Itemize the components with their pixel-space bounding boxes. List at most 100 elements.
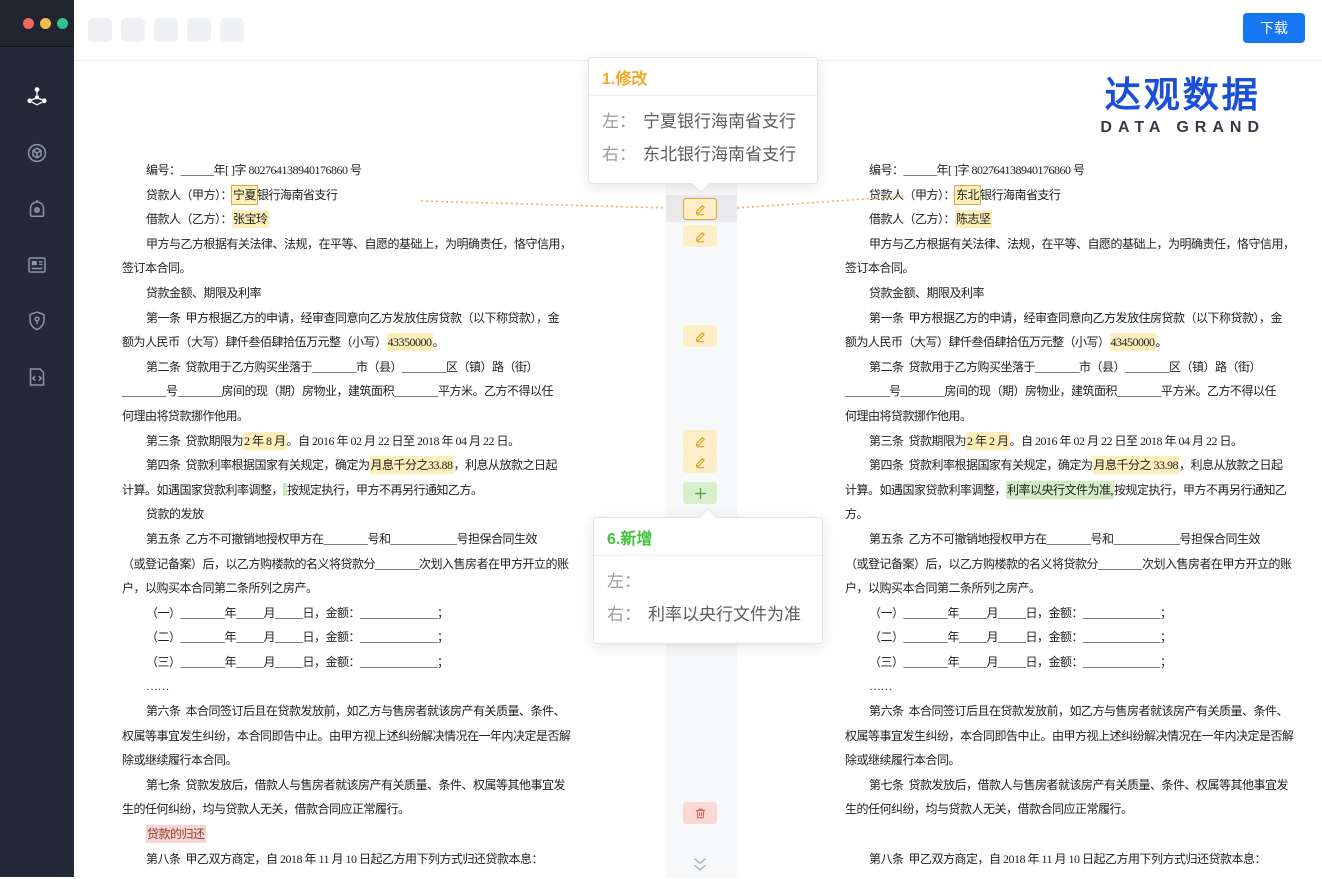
sidebar-item-workspace-network[interactable] <box>0 71 74 127</box>
diff-highlight[interactable]: 2 年 8 月 <box>243 432 287 450</box>
document-text: 第四条 贷款利率根据国家有关规定，确定为 <box>146 458 370 472</box>
diff-highlight[interactable]: 43450000 <box>1110 333 1156 351</box>
document-line: 方。 <box>845 502 1315 527</box>
tooltip-right-label: 右： <box>607 598 641 631</box>
diff-mark-edit[interactable] <box>683 325 717 347</box>
workspace-network-icon <box>25 85 49 114</box>
document-text: 生的任何纠纷，均与贷款人无关，借款合同应正常履行。 <box>845 802 1133 816</box>
trash-icon <box>693 806 708 821</box>
document-line: 第六条 本合同签订后且在贷款发放前，如乙方与售房者就该房产有关质量、条件、 <box>122 699 592 724</box>
diff-highlight[interactable]: 2 年 2 月 <box>966 432 1010 450</box>
document-text: 第五条 乙方不可撤销地授权甲方在________号和____________号担… <box>146 532 537 546</box>
document-text: 借款人（乙方）： <box>146 212 232 226</box>
sidebar-item-model-cube[interactable] <box>0 127 74 183</box>
brand-logo-en: DATA GRAND <box>1100 119 1265 137</box>
diff-highlight[interactable]: 张宝玲 <box>232 210 269 228</box>
document-text: （一）________年_____月_____日，金额：____________… <box>146 606 449 620</box>
document-text: 额为人民币（大写）肆仟叁佰肆拾伍万元整（小写） <box>122 335 387 349</box>
toolbar-button-placeholder[interactable] <box>154 18 178 42</box>
sidebar-item-news-document[interactable] <box>0 239 74 295</box>
document-text: 第七条 贷款发放后，借款人与售房者就该房产有关质量、条件、权属等其他事宜发 <box>146 778 565 792</box>
brand-logo-cn: 达观数据 <box>1100 76 1265 114</box>
document-text: 第六条 本合同签订后且在贷款发放前，如乙方与售房者就该房产有关质量、条件、 <box>146 704 565 718</box>
document-line: 第二条 贷款用于乙方购买坐落于________市（县）________区（镇）路… <box>122 355 592 380</box>
diff-mark-edit[interactable] <box>683 451 717 473</box>
diff-mark-delete[interactable] <box>683 802 717 824</box>
document-text: 第三条 贷款期限为 <box>869 434 966 448</box>
document-line: 生的任何纠纷，均与贷款人无关，借款合同应正常履行。 <box>122 797 592 822</box>
document-text: 第二条 贷款用于乙方购买坐落于________市（县）________区（镇）路… <box>146 360 538 374</box>
document-text: 计算。如遇国家贷款利率调整， <box>845 483 1006 497</box>
document-text: 贷款金额、期限及利率 <box>146 286 261 300</box>
document-line: 第一条 甲方根据乙方的申请，经审查同意向乙方发放住房贷款（以下称贷款），金 <box>122 306 592 331</box>
zoom-window-icon[interactable] <box>57 18 68 29</box>
minimize-window-icon[interactable] <box>40 18 51 29</box>
diff-mark-edit-selected[interactable] <box>683 198 717 220</box>
document-text: 按规定执行，甲方不再另行通知乙方。 <box>287 483 483 497</box>
document-text: 第一条 甲方根据乙方的申请，经审查同意向乙方发放住房贷款（以下称贷款），金 <box>146 311 559 325</box>
document-line: 贷款金额、期限及利率 <box>845 281 1315 306</box>
document-text: 方。 <box>845 507 868 521</box>
sidebar-item-code-file[interactable] <box>0 351 74 407</box>
pencil-icon <box>693 229 708 244</box>
diff-highlight[interactable]: 贷款的归还 <box>146 825 206 843</box>
sidebar-item-security-shield-key[interactable] <box>0 295 74 351</box>
document-text: 甲方与乙方根据有关法律、法规，在平等、自愿的基础上，为明确责任，恪守信用， <box>146 237 572 251</box>
diff-highlight[interactable]: 月息千分之33.88 <box>370 456 454 474</box>
document-line <box>845 822 1315 847</box>
tooltip-right-row: 右： 利率以央行文件为准 <box>607 598 809 631</box>
document-line: 户，以购买本合同第二条所列之房产。 <box>122 576 592 601</box>
document-text: 按规定执行，甲方不再另行通知乙 <box>1114 483 1287 497</box>
document-line: 第八条 甲乙双方商定，自 2018 年 11 月 10 日起乙方用下列方式归还贷… <box>845 847 1315 872</box>
toolbar-button-placeholder[interactable] <box>88 18 112 42</box>
document-text: 借款人（乙方）： <box>869 212 955 226</box>
expand-more-icon[interactable] <box>690 856 710 874</box>
document-text: 。自 2016 年 02 月 22 日至 2018 年 04 月 22 日。 <box>1010 434 1243 448</box>
document-line: 第三条 贷款期限为2 年 8 月。自 2016 年 02 月 22 日至 201… <box>122 429 592 454</box>
toolbar-button-placeholder[interactable] <box>121 18 145 42</box>
document-text: 银行海南省支行 <box>980 188 1061 202</box>
document-line: 除或继续履行本合同。 <box>122 748 592 773</box>
document-line: （或登记备案）后，以乙方购楼款的名义将贷款分________次划入售房者在甲方开… <box>122 552 592 577</box>
document-text: 权属等事宜发生纠纷，本合同即告中止。由甲方视上述纠纷解决情况在一年内决定是否解 <box>845 729 1294 743</box>
document-text: 第七条 贷款发放后，借款人与售房者就该房产有关质量、条件、权属等其他事宜发 <box>869 778 1288 792</box>
download-button[interactable]: 下载 <box>1243 13 1305 43</box>
document-text: 编号：______年[ ]字 802764138940176860 号 <box>869 163 1085 177</box>
diff-highlight[interactable]: 43350000 <box>387 333 433 351</box>
diff-highlight[interactable]: 宁夏 <box>232 186 257 204</box>
document-line: 甲方与乙方根据有关法律、法规，在平等、自愿的基础上，为明确责任，恪守信用， <box>122 232 592 257</box>
document-line: 第四条 贷款利率根据国家有关规定，确定为月息千分之 33.98，利息从放款之日起 <box>845 453 1315 478</box>
document-text: （三）________年_____月_____日，金额：____________… <box>869 655 1172 669</box>
document-text: 。 <box>1156 335 1168 349</box>
diff-highlight[interactable]: 东北 <box>955 186 980 204</box>
diff-highlight[interactable]: 月息千分之 33.98 <box>1093 456 1180 474</box>
document-text: 签订本合同。 <box>845 261 914 275</box>
toolbar-button-placeholder[interactable] <box>187 18 211 42</box>
document-line: （一）________年_____月_____日，金额：____________… <box>845 601 1315 626</box>
code-file-icon <box>25 365 49 394</box>
document-line: 何理由将贷款挪作他用。 <box>122 404 592 429</box>
document-line: 签订本合同。 <box>845 256 1315 281</box>
diff-mark-edit[interactable] <box>683 225 717 247</box>
document-text: 户，以购买本合同第二条所列之房产。 <box>845 581 1041 595</box>
diff-mark-add[interactable] <box>683 482 717 504</box>
toolbar-button-placeholder[interactable] <box>220 18 244 42</box>
document-left: 编号：______年[ ]字 802764138940176860 号贷款人（甲… <box>122 158 592 871</box>
close-window-icon[interactable] <box>23 18 34 29</box>
diff-highlight[interactable]: 陈志坚 <box>955 210 992 228</box>
pencil-icon <box>693 202 708 217</box>
document-text: 银行海南省支行 <box>257 188 338 202</box>
document-text: （或登记备案）后，以乙方购楼款的名义将贷款分________次划入售房者在甲方开… <box>122 557 569 571</box>
tooltip-left-row: 左： <box>607 565 809 598</box>
security-shield-key-icon <box>25 309 49 338</box>
document-line: 第一条 甲方根据乙方的申请，经审查同意向乙方发放住房贷款（以下称贷款），金 <box>845 306 1315 331</box>
diff-mark-edit[interactable] <box>683 430 717 452</box>
brand-logo: 达观数据 DATA GRAND <box>1100 76 1265 137</box>
document-line: 第五条 乙方不可撤销地授权甲方在________号和____________号担… <box>122 527 592 552</box>
document-text: （二）________年_____月_____日，金额：____________… <box>146 630 449 644</box>
document-text: 贷款人（甲方）： <box>146 188 232 202</box>
diff-highlight[interactable]: 利率以央行文件为准, <box>1006 481 1114 499</box>
document-line: 编号：______年[ ]字 802764138940176860 号 <box>122 158 592 183</box>
diff-tooltip-modify: 1.修改 左： 宁夏银行海南省支行 右： 东北银行海南省支行 <box>588 57 818 184</box>
sidebar-item-robot-assistant[interactable] <box>0 183 74 239</box>
